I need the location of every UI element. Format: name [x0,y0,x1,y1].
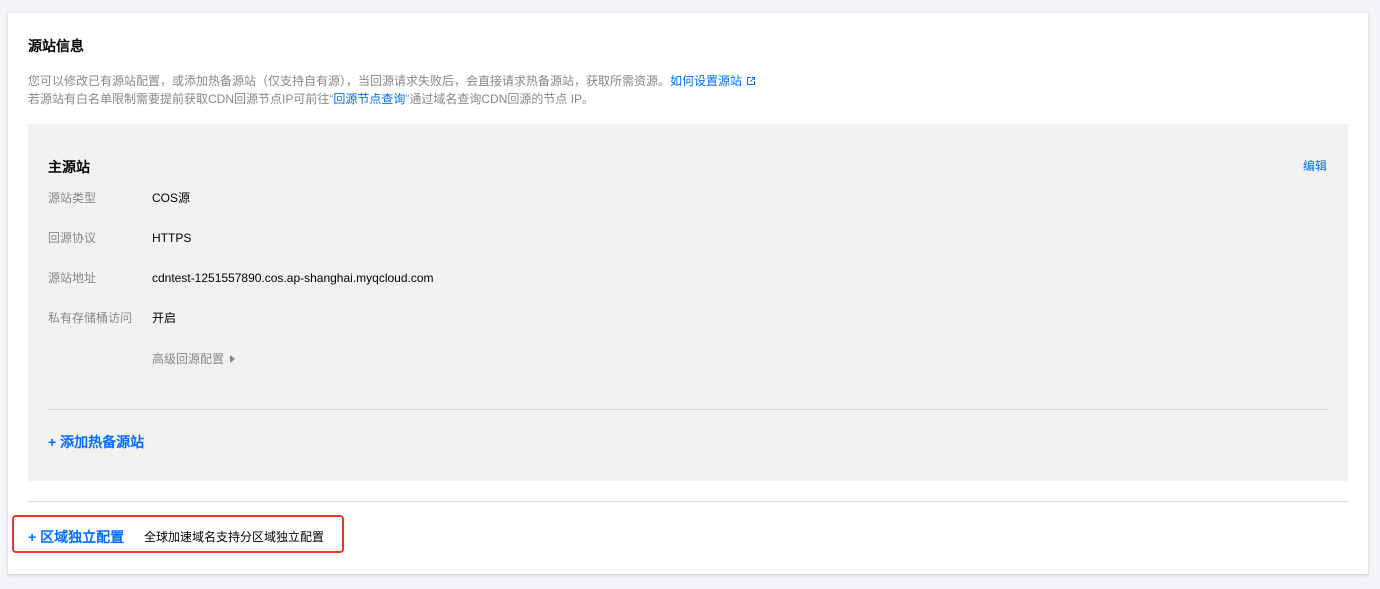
description-line-2: 若源站有白名单限制需要提前获取CDN回源节点IP可前往“回源节点查询”通过域名查… [28,90,756,108]
external-link-icon [747,77,756,85]
advanced-origin-config-label: 高级回源配置 [152,352,225,366]
add-backup-origin-button[interactable]: + 添加热备源站 [48,432,144,452]
description-text-2: 若源站有白名单限制需要提前获取CDN回源节点IP可前往“ [28,92,334,106]
field-value: HTTPS [152,231,192,245]
field-label: 回源协议 [48,231,97,245]
field-value: 开启 [152,311,177,325]
region-config-description: 全球加速域名支持分区域独立配置 [144,530,325,544]
field-row-origin-address: 源站地址 cdntest-1251557890.cos.ap-shanghai.m… [48,268,434,288]
field-value: COS源 [152,191,191,205]
region-config-highlight: + 区域独立配置 全球加速域名支持分区域独立配置 [12,515,344,553]
field-row-origin-protocol: 回源协议 HTTPS [48,228,191,248]
field-row-private-bucket: 私有存储桶访问 开启 [48,308,176,328]
section-description: 您可以修改已有源站配置，或添加热备源站（仅支持自有源），当回源请求失败后，会直接… [28,72,756,108]
divider [28,501,1348,502]
origin-info-card: 源站信息 您可以修改已有源站配置，或添加热备源站（仅支持自有源），当回源请求失败… [8,13,1368,574]
origin-node-query-link[interactable]: 回源节点查询 [333,92,405,106]
description-text-1: 您可以修改已有源站配置，或添加热备源站（仅支持自有源），当回源请求失败后，会直接… [28,74,671,88]
field-value: cdntest-1251557890.cos.ap-shanghai.myqcl… [152,271,434,285]
caret-right-icon [230,355,236,363]
advanced-origin-config-toggle[interactable]: 高级回源配置 [152,349,236,369]
field-label: 源站地址 [48,271,97,285]
primary-origin-panel: 主源站 编辑 源站类型 COS源 回源协议 HTTPS 源站地址 cdntest-12… [28,124,1348,481]
region-independent-config-button[interactable]: + 区域独立配置 [28,527,124,547]
field-row-origin-type: 源站类型 COS源 [48,188,190,208]
description-line-1: 您可以修改已有源站配置，或添加热备源站（仅支持自有源），当回源请求失败后，会直接… [28,72,756,90]
divider [48,409,1328,410]
primary-origin-title: 主源站 [48,159,90,175]
description-text-3: ”通过域名查询CDN回源的节点 IP。 [405,92,595,106]
how-to-set-origin-link[interactable]: 如何设置源站 [670,74,756,88]
how-to-set-origin-link-label: 如何设置源站 [670,74,743,88]
field-label: 私有存储桶访问 [48,311,133,325]
field-label: 源站类型 [48,191,97,205]
section-title: 源站信息 [28,38,84,54]
edit-button[interactable]: 编辑 [1303,157,1327,174]
